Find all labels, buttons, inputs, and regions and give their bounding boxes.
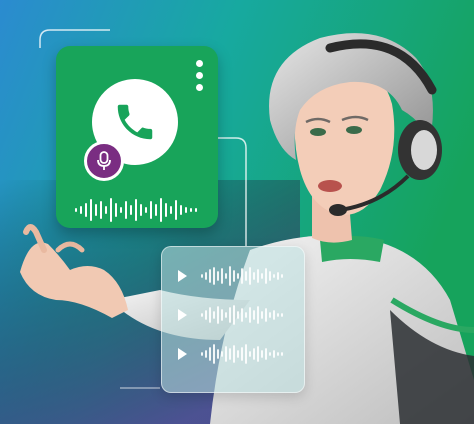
play-icon[interactable] [178,309,187,321]
voice-messages-card [161,246,305,393]
play-icon[interactable] [178,348,187,360]
hand [20,242,128,318]
voice-message-row[interactable] [178,343,290,365]
audio-waveform-icon [201,305,283,325]
audio-waveform-icon [201,266,283,286]
voice-message-row[interactable] [178,304,290,326]
headset-mic [329,204,347,216]
call-card [56,46,218,228]
mouth [318,180,342,192]
microphone-icon[interactable] [84,141,124,181]
kebab-menu-icon[interactable] [194,60,204,96]
right-eye [346,126,362,134]
audio-waveform-icon [201,344,283,364]
left-eye [310,128,326,136]
play-icon[interactable] [178,270,187,282]
audio-waveform-icon [75,198,197,222]
voice-message-row[interactable] [178,265,290,287]
support-illustration [0,0,474,424]
